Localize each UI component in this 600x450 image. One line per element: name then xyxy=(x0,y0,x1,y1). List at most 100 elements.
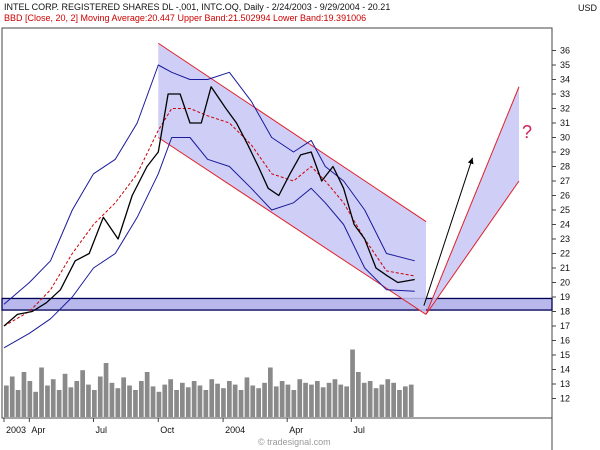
volume-bar xyxy=(86,384,91,417)
y-tick-label: 29 xyxy=(560,147,570,157)
volume-bar xyxy=(150,386,156,417)
volume-bar xyxy=(285,384,291,417)
question-mark: ? xyxy=(522,122,532,142)
y-tick-label: 35 xyxy=(560,60,570,70)
volume-bar xyxy=(115,388,121,417)
volume-bar xyxy=(185,387,191,417)
volume-bar xyxy=(315,381,320,417)
y-tick-label: 17 xyxy=(560,321,570,331)
volume-bar xyxy=(361,382,367,417)
y-tick-label: 33 xyxy=(560,89,570,99)
volume-bar xyxy=(80,370,85,417)
volume-bar xyxy=(250,385,256,417)
volume-bar xyxy=(397,390,402,417)
volume-bar xyxy=(238,390,244,417)
volume-bar xyxy=(408,384,414,417)
volume-bar xyxy=(45,385,50,417)
y-tick-label: 27 xyxy=(560,176,570,186)
volume-bar xyxy=(62,373,68,417)
y-tick-label: 28 xyxy=(560,162,570,172)
y-tick-label: 23 xyxy=(560,234,570,244)
volume-bar xyxy=(338,384,344,417)
volume-bar xyxy=(68,387,74,417)
volume-bar xyxy=(103,363,109,417)
volume-bar xyxy=(391,382,396,417)
x-tick-label: Jul xyxy=(353,425,365,435)
volume-bar xyxy=(332,379,338,417)
y-tick-label: 18 xyxy=(560,307,570,317)
y-tick-label: 19 xyxy=(560,292,570,302)
volume-bar xyxy=(356,372,361,417)
volume-bar xyxy=(133,390,138,417)
volume-bar xyxy=(215,383,220,417)
volume-bar xyxy=(244,377,250,417)
y-tick-label: 21 xyxy=(560,263,570,273)
volume-bar xyxy=(197,385,203,417)
volume-bar xyxy=(56,390,62,417)
y-tick-label: 36 xyxy=(560,46,570,56)
volume-bar xyxy=(127,385,132,417)
y-tick-label: 14 xyxy=(560,365,570,375)
volume-bar xyxy=(268,367,273,417)
volume-bar xyxy=(256,388,261,417)
support-zone xyxy=(1,297,553,311)
x-tick-label: Jul xyxy=(95,425,107,435)
volume-bar xyxy=(309,384,314,417)
volume-bar xyxy=(273,386,279,417)
y-tick-label: 34 xyxy=(560,75,570,85)
volume-bar xyxy=(9,376,15,417)
y-tick-label: 25 xyxy=(560,205,570,215)
x-tick-label: 2004 xyxy=(225,425,245,435)
volume-bar xyxy=(92,390,97,417)
volume-bar xyxy=(121,377,126,417)
y-tick-label: 16 xyxy=(560,336,570,346)
x-tick-label: Oct xyxy=(160,425,175,435)
volume-bar xyxy=(168,379,173,417)
volume-bar xyxy=(291,390,297,417)
y-tick-label: 20 xyxy=(560,278,570,288)
volume-bar xyxy=(344,386,349,417)
volume-bar xyxy=(326,382,332,417)
y-tick-label: 24 xyxy=(560,220,570,230)
y-tick-label: 12 xyxy=(560,394,570,404)
volume-bar xyxy=(279,381,285,417)
volume-bar xyxy=(50,379,56,417)
volume-bar xyxy=(139,381,144,417)
x-tick-label: Apr xyxy=(289,425,303,435)
volume-bar xyxy=(262,382,267,417)
volume-bar xyxy=(15,390,21,417)
y-tick-label: 26 xyxy=(560,191,570,201)
x-tick-label: 2003 xyxy=(6,425,26,435)
volume-bar xyxy=(385,379,391,417)
y-tick-label: 32 xyxy=(560,104,570,114)
price-chart: ? 12 13 14 15 16 17 18 19 20 21 22 23 24 25 26 27 28 29 30 3… xyxy=(1,27,570,450)
volume-bar xyxy=(33,391,38,417)
volume-bar xyxy=(209,379,215,417)
volume-bar xyxy=(203,390,209,417)
volume-bar xyxy=(4,385,9,417)
volume-bar xyxy=(303,382,308,417)
y-tick-label: 15 xyxy=(560,350,570,360)
volume-bar xyxy=(39,367,44,417)
volume-bar xyxy=(109,382,115,417)
volume-bar xyxy=(156,391,162,417)
volume-bar xyxy=(379,384,385,417)
volume-bar xyxy=(297,379,303,417)
volume-bar xyxy=(373,388,379,417)
volume-bar xyxy=(21,372,27,417)
y-tick-label: 30 xyxy=(560,133,570,143)
y-tick-label: 31 xyxy=(560,118,570,128)
volume-bar xyxy=(227,381,232,417)
volume-bar xyxy=(403,386,408,417)
volume-bar xyxy=(174,390,179,417)
volume-bar xyxy=(144,372,150,417)
volume-bar xyxy=(97,376,103,417)
volume-bar xyxy=(180,382,185,417)
x-tick-label: Apr xyxy=(31,425,45,435)
volume-bar xyxy=(350,349,355,417)
y-tick-label: 13 xyxy=(560,379,570,389)
volume-bar xyxy=(191,381,197,417)
volume-bar xyxy=(232,384,238,417)
volume-bar xyxy=(320,387,326,417)
volume-bar xyxy=(74,381,80,417)
